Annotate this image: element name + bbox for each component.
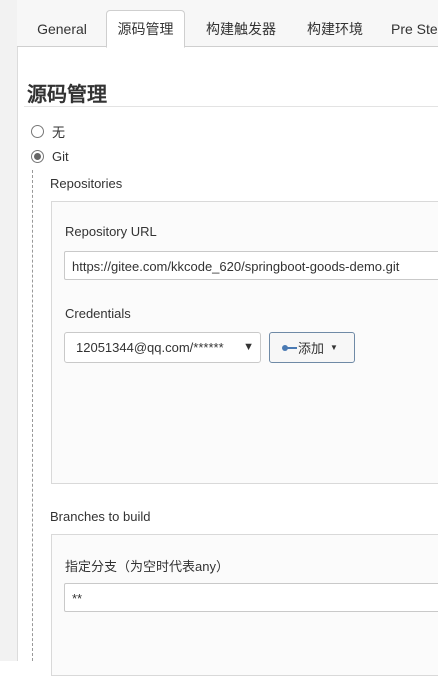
repository-url-input[interactable]: https://gitee.com/kkcode_620/springboot-… — [64, 251, 438, 280]
key-icon — [282, 343, 297, 353]
credentials-value: 12051344@qq.com/****** — [76, 340, 224, 355]
config-tab-bar: General 源码管理 构建触发器 构建环境 Pre Steps — [17, 0, 438, 48]
scm-option-none[interactable]: 无 — [31, 122, 65, 141]
radio-git-label: Git — [52, 149, 69, 164]
add-credentials-button[interactable]: 添加 ▼ — [269, 332, 355, 363]
add-button-label: 添加 — [298, 341, 325, 356]
branches-heading: Branches to build — [50, 509, 151, 524]
tab-build-triggers[interactable]: 构建触发器 — [197, 12, 285, 46]
radio-none[interactable] — [31, 125, 44, 138]
branch-specifier-label: 指定分支（为空时代表any） — [65, 559, 229, 574]
credentials-label: Credentials — [65, 306, 131, 321]
branch-specifier-input[interactable]: ** — [64, 583, 438, 612]
repository-url-label: Repository URL — [65, 224, 157, 239]
credentials-select[interactable]: 12051344@qq.com/****** ▼ — [64, 332, 261, 363]
left-gutter — [0, 0, 18, 661]
tab-build-environment[interactable]: 构建环境 — [300, 12, 370, 46]
caret-down-icon: ▼ — [330, 343, 338, 352]
chevron-down-icon: ▼ — [243, 341, 254, 353]
section-divider — [24, 106, 438, 107]
scm-option-git[interactable]: Git — [31, 149, 69, 164]
tab-source-code-management[interactable]: 源码管理 — [106, 10, 185, 48]
repositories-heading: Repositories — [50, 176, 123, 191]
tab-pre-steps[interactable]: Pre Steps — [391, 12, 438, 46]
git-section-rail — [32, 170, 33, 661]
tab-general[interactable]: General — [22, 12, 102, 46]
radio-none-label: 无 — [52, 125, 66, 140]
radio-git[interactable] — [31, 150, 44, 163]
section-title: 源码管理 — [27, 84, 107, 106]
